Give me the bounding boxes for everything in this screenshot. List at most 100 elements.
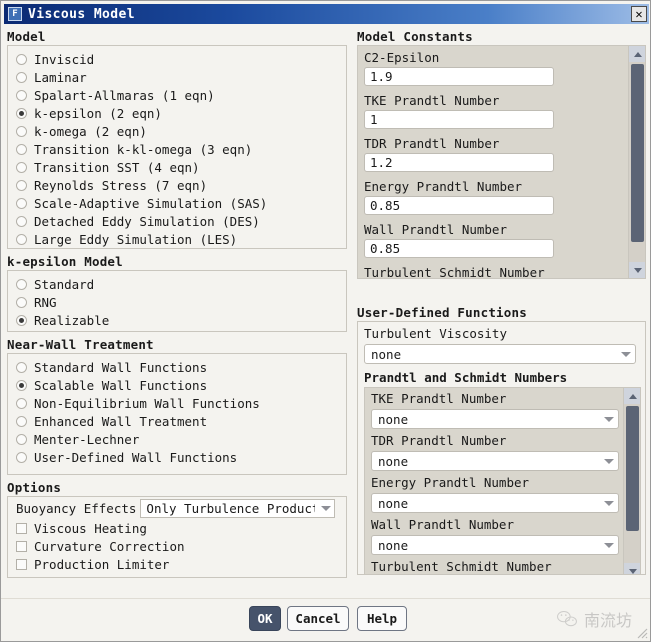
scroll-down-arrow-icon[interactable]	[624, 563, 640, 574]
radio-selected-icon[interactable]	[16, 107, 27, 119]
near-wall-option-3[interactable]: Enhanced Wall Treatment	[8, 412, 346, 430]
udf-field-label-2: Energy Prandtl Number	[371, 475, 530, 490]
model-option-label: k-omega (2 eqn)	[34, 123, 147, 139]
turbulent-viscosity-dropdown[interactable]: none	[364, 344, 636, 364]
chevron-down-icon	[604, 542, 614, 548]
radio-unselected-icon[interactable]	[16, 296, 27, 308]
k-epsilon-option-2[interactable]: Realizable	[8, 311, 346, 329]
cancel-button[interactable]: Cancel	[287, 606, 349, 631]
option-checkbox-1[interactable]: Curvature Correction	[8, 537, 346, 555]
radio-unselected-icon[interactable]	[16, 161, 27, 173]
k-epsilon-option-label: Standard	[34, 276, 95, 292]
model-constant-input-3[interactable]: 0.85	[364, 196, 554, 215]
buoyancy-effects-dropdown[interactable]: Only Turbulence Production	[140, 498, 336, 518]
buoyancy-effects-label: Buoyancy Effects	[16, 500, 137, 516]
near-wall-option-5[interactable]: User-Defined Wall Functions	[8, 448, 346, 466]
model-option-label: Laminar	[34, 69, 87, 85]
radio-unselected-icon[interactable]	[16, 433, 27, 445]
model-option-7[interactable]: Reynolds Stress (7 eqn)	[8, 176, 346, 194]
scrollbar-thumb[interactable]	[631, 64, 644, 242]
model-constants-scrollbar[interactable]	[628, 46, 645, 278]
model-constant-input-1[interactable]: 1	[364, 110, 554, 129]
near-wall-treatment-radio-list: Standard Wall Functions Scalable Wall Fun…	[8, 354, 346, 466]
watermark: 南流坊	[556, 607, 632, 631]
radio-unselected-icon[interactable]	[16, 361, 27, 373]
radio-selected-icon[interactable]	[16, 314, 27, 326]
model-option-0[interactable]: Inviscid	[8, 50, 346, 68]
model-option-9[interactable]: Detached Eddy Simulation (DES)	[8, 212, 346, 230]
radio-unselected-icon[interactable]	[16, 215, 27, 227]
viscous-model-dialog: F Viscous Model ✕ Model Inviscid Laminar S…	[0, 0, 651, 642]
radio-unselected-icon[interactable]	[16, 397, 27, 409]
radio-unselected-icon[interactable]	[16, 71, 27, 83]
model-option-6[interactable]: Transition SST (4 eqn)	[8, 158, 346, 176]
prandtl-schmidt-scrollbar[interactable]	[623, 388, 640, 574]
title-bar: F Viscous Model ✕	[4, 4, 649, 24]
udf-field-dropdown-0[interactable]: none	[371, 409, 619, 429]
udf-field-dropdown-2[interactable]: none	[371, 493, 619, 513]
close-icon[interactable]: ✕	[631, 6, 647, 22]
radio-unselected-icon[interactable]	[16, 89, 27, 101]
model-constant-input-2[interactable]: 1.2	[364, 153, 554, 172]
udf-field-dropdown-1[interactable]: none	[371, 451, 619, 471]
model-constants-field-list: C2-Epsilon 1.9 TKE Prandtl Number 1 TDR Pran…	[358, 46, 630, 278]
model-option-2[interactable]: Spalart-Allmaras (1 eqn)	[8, 86, 346, 104]
checkbox-unchecked-icon[interactable]	[16, 558, 27, 570]
model-constant-input-4[interactable]: 0.85	[364, 239, 554, 258]
buoyancy-effects-value: Only Turbulence Production	[146, 500, 315, 516]
near-wall-option-2[interactable]: Non-Equilibrium Wall Functions	[8, 394, 346, 412]
option-checkbox-2[interactable]: Production Limiter	[8, 555, 346, 573]
resize-grip-icon[interactable]	[634, 625, 648, 639]
radio-unselected-icon[interactable]	[16, 197, 27, 209]
radio-unselected-icon[interactable]	[16, 278, 27, 290]
ok-button[interactable]: OK	[249, 606, 281, 631]
model-option-10[interactable]: Large Eddy Simulation (LES)	[8, 230, 346, 248]
model-constants-panel: C2-Epsilon 1.9 TKE Prandtl Number 1 TDR Pran…	[357, 45, 646, 279]
radio-selected-icon[interactable]	[16, 379, 27, 391]
near-wall-option-4[interactable]: Menter-Lechner	[8, 430, 346, 448]
model-option-1[interactable]: Laminar	[8, 68, 346, 86]
udf-field-label-4: Turbulent Schmidt Number	[371, 559, 552, 574]
radio-unselected-icon[interactable]	[16, 233, 27, 245]
model-constant-input-0[interactable]: 1.9	[364, 67, 554, 86]
scroll-up-arrow-icon[interactable]	[629, 46, 645, 62]
radio-unselected-icon[interactable]	[16, 451, 27, 463]
model-option-4[interactable]: k-omega (2 eqn)	[8, 122, 346, 140]
udf-field-dropdown-3[interactable]: none	[371, 535, 619, 555]
checkbox-unchecked-icon[interactable]	[16, 540, 27, 552]
scroll-down-arrow-icon[interactable]	[629, 262, 645, 278]
scroll-up-arrow-icon[interactable]	[624, 388, 640, 404]
radio-unselected-icon[interactable]	[16, 179, 27, 191]
checkbox-unchecked-icon[interactable]	[16, 522, 27, 534]
scrollbar-thumb[interactable]	[626, 406, 639, 531]
buoyancy-effects-row: Buoyancy Effects Only Turbulence Product…	[8, 497, 346, 519]
near-wall-option-0[interactable]: Standard Wall Functions	[8, 358, 346, 376]
model-options-group: Inviscid Laminar Spalart-Allmaras (1 eqn) k…	[7, 45, 347, 249]
model-constant-label-4: Wall Prandtl Number	[364, 222, 507, 237]
k-epsilon-option-label: Realizable	[34, 312, 110, 328]
model-constant-label-1: TKE Prandtl Number	[364, 93, 500, 108]
k-epsilon-option-label: RNG	[34, 294, 57, 310]
near-wall-option-1[interactable]: Scalable Wall Functions	[8, 376, 346, 394]
model-option-label: Large Eddy Simulation (LES)	[34, 231, 238, 247]
radio-unselected-icon[interactable]	[16, 143, 27, 155]
radio-unselected-icon[interactable]	[16, 125, 27, 137]
model-option-5[interactable]: Transition k-kl-omega (3 eqn)	[8, 140, 346, 158]
near-wall-option-label: Scalable Wall Functions	[34, 377, 208, 393]
radio-unselected-icon[interactable]	[16, 53, 27, 65]
model-section-title: Model	[7, 29, 46, 44]
dialog-footer: OK Cancel Help 南流坊	[1, 598, 650, 641]
option-checkbox-0[interactable]: Viscous Heating	[8, 519, 346, 537]
model-option-label: Scale-Adaptive Simulation (SAS)	[34, 195, 268, 211]
fluent-app-icon: F	[8, 7, 22, 21]
k-epsilon-option-1[interactable]: RNG	[8, 293, 346, 311]
radio-unselected-icon[interactable]	[16, 415, 27, 427]
model-option-8[interactable]: Scale-Adaptive Simulation (SAS)	[8, 194, 346, 212]
user-defined-functions-section-title: User-Defined Functions	[357, 305, 527, 320]
model-constants-section-title: Model Constants	[357, 29, 473, 44]
help-button[interactable]: Help	[357, 606, 407, 631]
option-checkbox-label: Curvature Correction	[34, 538, 185, 554]
model-option-3[interactable]: k-epsilon (2 eqn)	[8, 104, 346, 122]
k-epsilon-option-0[interactable]: Standard	[8, 275, 346, 293]
k-epsilon-radio-list: Standard RNG Realizable	[8, 271, 346, 329]
